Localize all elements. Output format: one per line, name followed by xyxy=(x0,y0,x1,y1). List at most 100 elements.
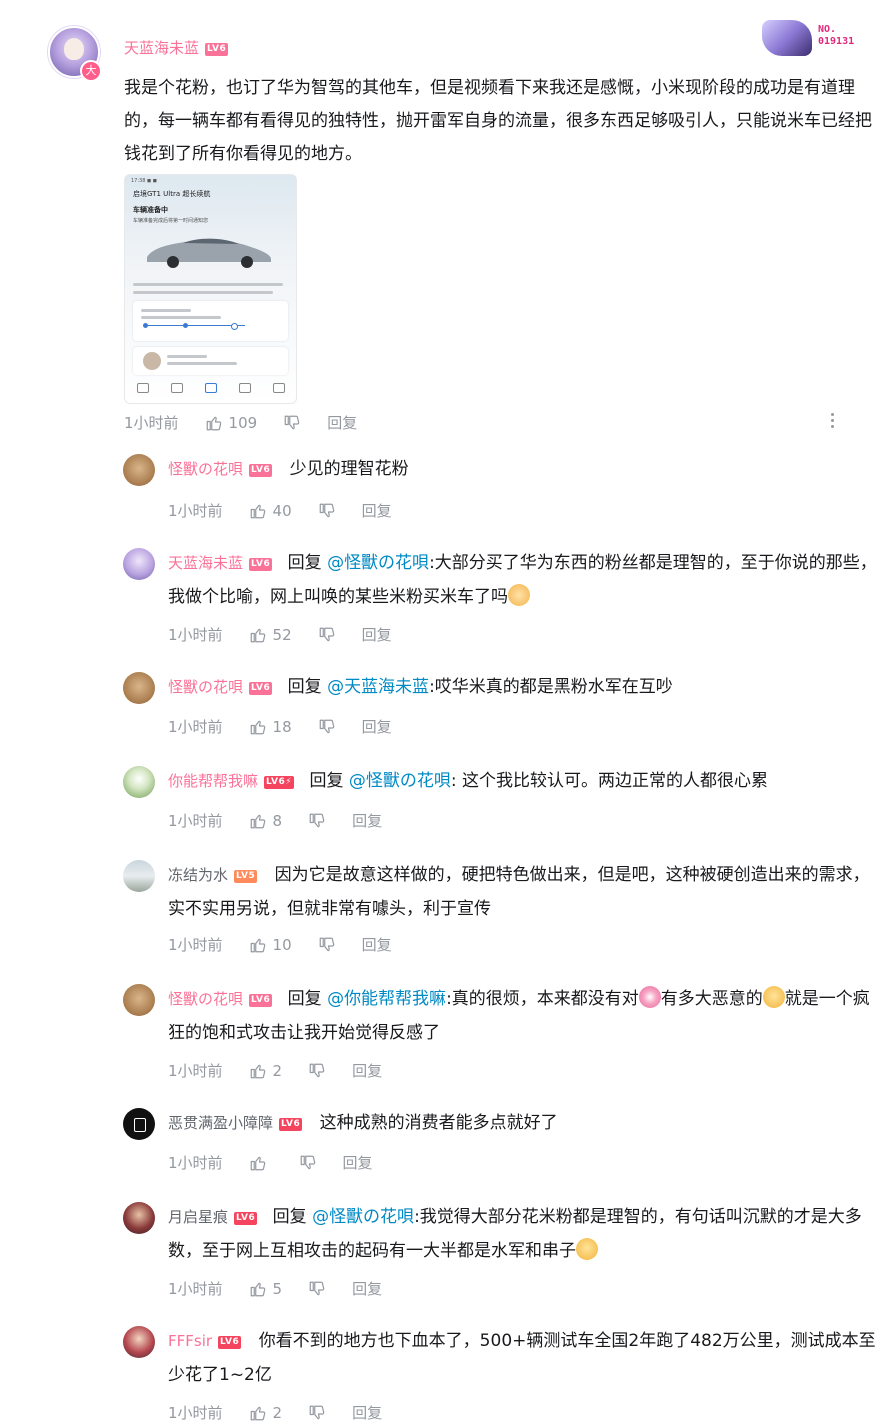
avatar[interactable] xyxy=(123,1326,155,1358)
mention-link[interactable]: @你能帮帮我嘛 xyxy=(327,989,446,1009)
reply-time: 1小时前 xyxy=(168,1062,223,1080)
reply-content: 你看不到的地方也下血本了，500+辆测试车全国2年跑了482万公里，测试成本至少… xyxy=(168,1331,876,1385)
reply-time: 1小时前 xyxy=(168,1154,223,1172)
like-button[interactable]: 52 xyxy=(249,626,292,644)
image-textline xyxy=(141,316,221,319)
avatar[interactable] xyxy=(123,1108,155,1140)
reply-meta: 1小时前 回复 xyxy=(168,1152,373,1173)
like-button[interactable]: 8 xyxy=(249,812,282,830)
like-button[interactable]: 18 xyxy=(249,718,292,736)
like-button[interactable]: 10 xyxy=(249,936,292,954)
reply-time: 1小时前 xyxy=(168,626,223,644)
image-nav-icon xyxy=(137,383,149,393)
avatar-glyph xyxy=(134,1118,146,1132)
reply-text: 恶贯满盈小障障 LV6 这种成熟的消费者能多点就好了 xyxy=(168,1106,878,1140)
username[interactable]: 你能帮帮我嘛 xyxy=(168,772,258,790)
reply-button[interactable]: 回复 xyxy=(327,412,357,433)
avatar[interactable] xyxy=(123,984,155,1016)
level-badge: LV6⚡ xyxy=(264,776,295,789)
decoration-number: NO. 019131 xyxy=(818,24,854,48)
like-button[interactable]: 2 xyxy=(249,1404,282,1422)
username[interactable]: 冻结为水 xyxy=(168,866,228,884)
dislike-button[interactable] xyxy=(318,626,336,644)
progress-dot xyxy=(231,323,238,330)
thumbs-down-icon xyxy=(284,415,300,429)
reply-word: 回复 xyxy=(287,553,322,573)
image-statusbar: 17:38 ◼ ◼ xyxy=(131,178,157,184)
dislike-button[interactable] xyxy=(299,1154,317,1172)
thumbs-down-icon xyxy=(319,937,334,951)
like-count: 10 xyxy=(272,935,292,954)
like-button[interactable]: 40 xyxy=(249,502,292,520)
dislike-button[interactable] xyxy=(308,1062,326,1080)
thumbs-up-icon xyxy=(250,938,265,952)
reply-button[interactable]: 回复 xyxy=(362,500,392,521)
reply-text: 怪獸の花唄 LV6 回复 @天蓝海未蓝:哎华米真的都是黑粉水军在互吵 xyxy=(168,670,878,704)
mention-link[interactable]: @怪獸の花唄 xyxy=(349,771,451,791)
avatar[interactable] xyxy=(123,766,155,798)
thumbs-down-icon xyxy=(309,1405,325,1419)
reply-button[interactable]: 回复 xyxy=(362,934,392,955)
reply-content: 少见的理智花粉 xyxy=(289,459,409,479)
avatar[interactable] xyxy=(123,548,155,580)
mention-link[interactable]: @怪獸の花唄 xyxy=(327,553,429,573)
username-text[interactable]: 天蓝海未蓝 xyxy=(124,39,199,57)
mention-link[interactable]: @天蓝海未蓝 xyxy=(327,677,429,697)
like-button[interactable]: 5 xyxy=(249,1280,282,1298)
level-badge: LV6 xyxy=(279,1118,303,1131)
main-comment: 大 天蓝海未蓝 LV6 NO. 019131 我是个花粉，也订了华为智驾的其他车，… xyxy=(0,0,892,450)
fan-decoration[interactable]: NO. 019131 xyxy=(762,20,870,56)
like-count: 2 xyxy=(272,1061,283,1080)
dislike-button[interactable] xyxy=(308,1280,326,1298)
thumbs-down-icon xyxy=(319,627,334,641)
like-button[interactable]: 109 xyxy=(205,414,257,432)
dislike-button[interactable] xyxy=(318,718,336,736)
reply-button[interactable]: 回复 xyxy=(362,624,392,645)
username[interactable]: 天蓝海未蓝 LV6 xyxy=(124,37,229,58)
reply-text: 你能帮帮我嘛 LV6⚡ 回复 @怪獸の花唄: 这个我比较认可。两边正常的人都很心累 xyxy=(168,764,878,798)
reply-button[interactable]: 回复 xyxy=(362,716,392,737)
reply-button[interactable]: 回复 xyxy=(352,1278,382,1299)
decoration-no-label: NO. xyxy=(818,24,837,35)
reply-button[interactable]: 回复 xyxy=(352,1402,382,1423)
reply-meta: 1小时前 10 回复 xyxy=(168,934,392,955)
username[interactable]: 怪獸の花唄 xyxy=(168,460,243,478)
comment-text: 我是个花粉，也订了华为智驾的其他车，但是视频看下来我还是感慨，小米现阶段的成功是… xyxy=(124,78,872,164)
avatar[interactable] xyxy=(123,1202,155,1234)
username[interactable]: 怪獸の花唄 xyxy=(168,990,243,1008)
dislike-button[interactable] xyxy=(308,1404,326,1422)
username[interactable]: 怪獸の花唄 xyxy=(168,678,243,696)
username[interactable]: FFFsir xyxy=(168,1332,212,1350)
reply-button[interactable]: 回复 xyxy=(352,1060,382,1081)
reply-time: 1小时前 xyxy=(168,936,223,954)
comment-image[interactable]: 17:38 ◼ ◼ 启境GT1 Ultra 超长续航 车辆准备中 车辆准备完成后… xyxy=(124,174,297,404)
reply-button[interactable]: 回复 xyxy=(343,1152,373,1173)
dislike-button[interactable] xyxy=(318,502,336,520)
more-vertical-icon[interactable] xyxy=(826,410,838,432)
avatar[interactable]: 大 xyxy=(44,26,102,82)
progress-dot xyxy=(183,323,188,328)
username[interactable]: 天蓝海未蓝 xyxy=(168,554,243,572)
dislike-button[interactable] xyxy=(318,936,336,954)
reply-button[interactable]: 回复 xyxy=(352,810,382,831)
like-button[interactable]: 2 xyxy=(249,1061,283,1080)
image-avatar xyxy=(143,352,161,370)
reply-meta: 1小时前 2 回复 xyxy=(168,1402,382,1423)
level-badge: LV6 xyxy=(249,558,273,571)
reply-meta: 1小时前 5 回复 xyxy=(168,1278,382,1299)
username[interactable]: 恶贯满盈小障障 xyxy=(168,1114,273,1132)
avatar[interactable] xyxy=(123,672,155,704)
thumbs-down-icon xyxy=(300,1155,315,1169)
reply-time: 1小时前 xyxy=(168,1280,223,1298)
like-count: 52 xyxy=(272,625,292,644)
dislike-button[interactable] xyxy=(308,812,326,830)
avatar[interactable] xyxy=(123,860,155,892)
like-button[interactable] xyxy=(249,1154,273,1172)
dislike-button[interactable] xyxy=(283,414,301,432)
username[interactable]: 月启星痕 xyxy=(168,1208,228,1226)
image-textline xyxy=(167,355,207,358)
thumbs-up-icon xyxy=(250,1156,265,1170)
avatar[interactable] xyxy=(123,454,155,486)
mention-link[interactable]: @怪獸の花唄 xyxy=(312,1207,414,1227)
comment-meta: 1小时前 109 回复 xyxy=(124,412,357,433)
